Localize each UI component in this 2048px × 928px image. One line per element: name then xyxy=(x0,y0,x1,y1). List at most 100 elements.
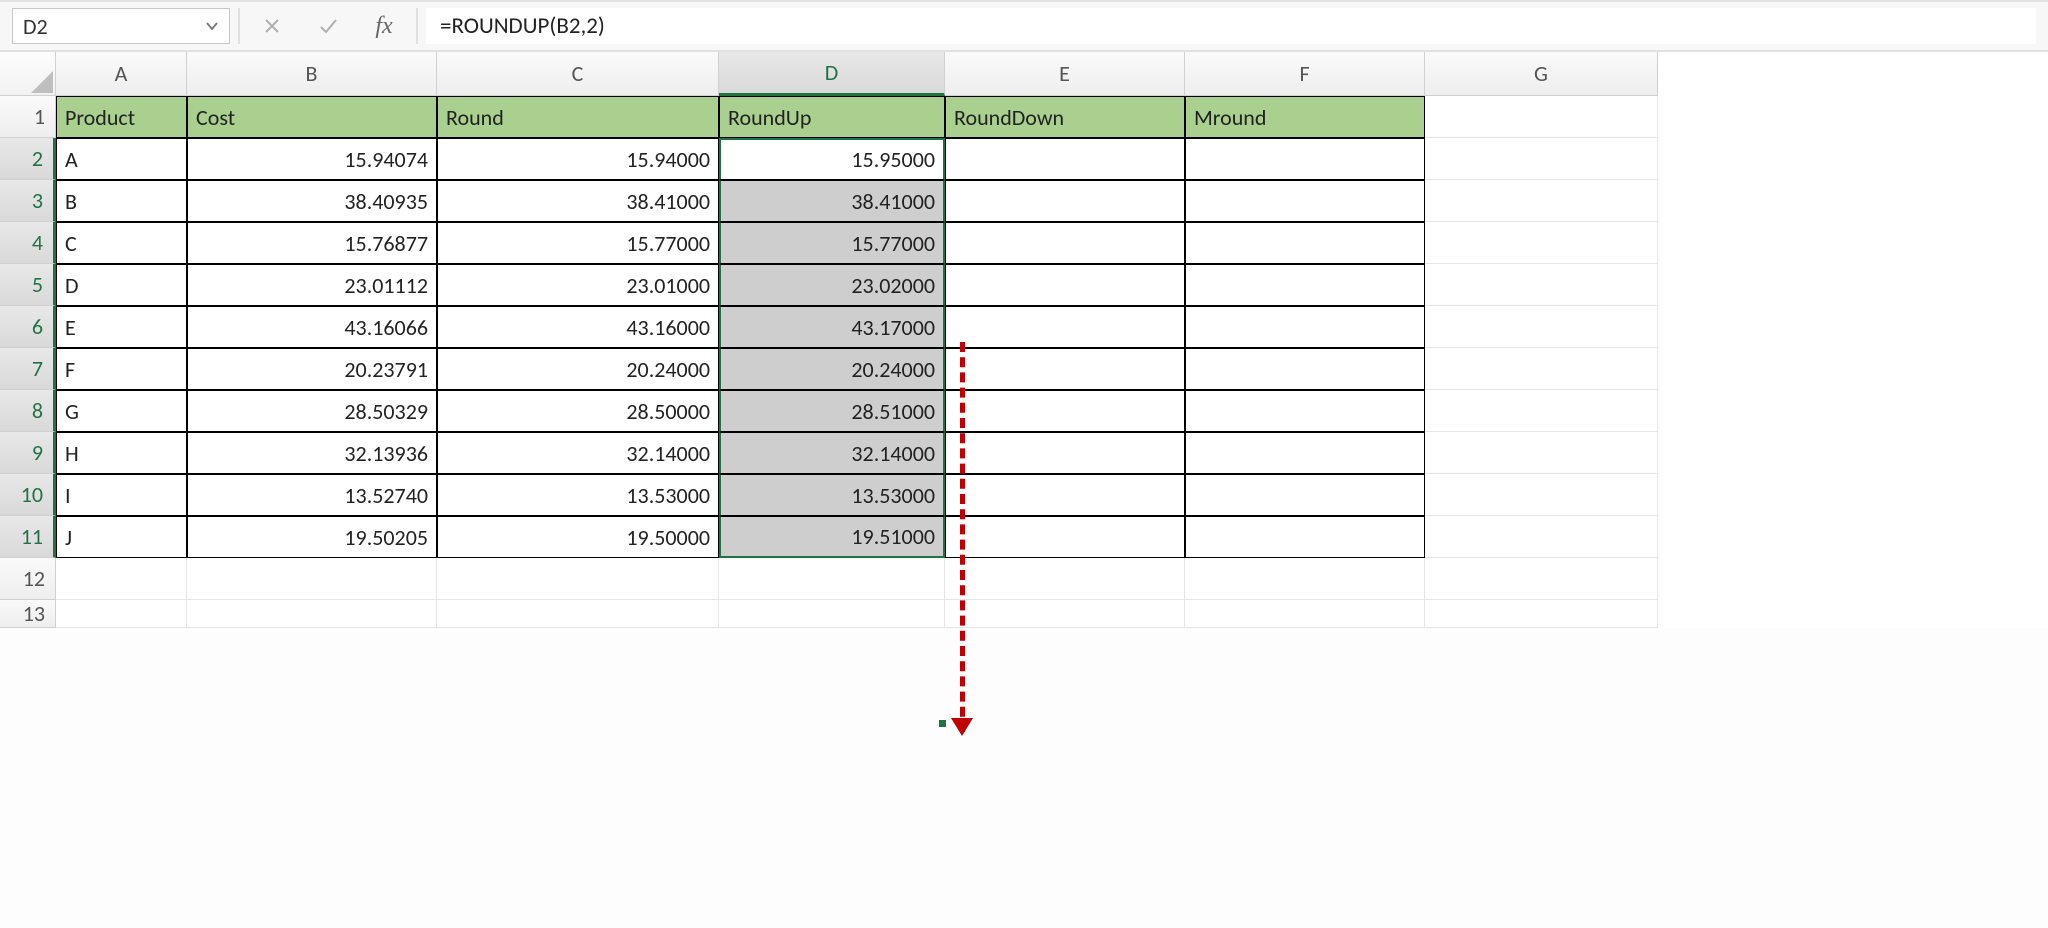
cell-G9[interactable] xyxy=(1425,432,1658,474)
cell-G10[interactable] xyxy=(1425,474,1658,516)
row-header-4[interactable]: 4 xyxy=(0,222,56,264)
cell-C6[interactable]: 43.16000 xyxy=(437,306,719,348)
cell-D11[interactable]: 19.51000 xyxy=(719,516,945,558)
cell-E4[interactable] xyxy=(945,222,1185,264)
cell-B13[interactable] xyxy=(187,600,437,628)
cell-A6[interactable]: E xyxy=(56,306,187,348)
fill-handle[interactable] xyxy=(938,719,947,728)
cell-F6[interactable] xyxy=(1185,306,1425,348)
cell-F7[interactable] xyxy=(1185,348,1425,390)
cell-E5[interactable] xyxy=(945,264,1185,306)
row-header-7[interactable]: 7 xyxy=(0,348,56,390)
cell-E10[interactable] xyxy=(945,474,1185,516)
cell-E8[interactable] xyxy=(945,390,1185,432)
row-header-3[interactable]: 3 xyxy=(0,180,56,222)
cell-C8[interactable]: 28.50000 xyxy=(437,390,719,432)
cell-D1[interactable]: RoundUp xyxy=(719,96,945,138)
cell-C9[interactable]: 32.14000 xyxy=(437,432,719,474)
cell-F5[interactable] xyxy=(1185,264,1425,306)
row-header-1[interactable]: 1 xyxy=(0,96,56,138)
cell-A2[interactable]: A xyxy=(56,138,187,180)
cell-B6[interactable]: 43.16066 xyxy=(187,306,437,348)
cell-D3[interactable]: 38.41000 xyxy=(719,180,945,222)
cell-F10[interactable] xyxy=(1185,474,1425,516)
cell-C12[interactable] xyxy=(437,558,719,600)
cell-B12[interactable] xyxy=(187,558,437,600)
cell-A3[interactable]: B xyxy=(56,180,187,222)
chevron-down-icon[interactable] xyxy=(205,19,219,33)
cell-C7[interactable]: 20.24000 xyxy=(437,348,719,390)
cell-B11[interactable]: 19.50205 xyxy=(187,516,437,558)
cell-E12[interactable] xyxy=(945,558,1185,600)
cell-E11[interactable] xyxy=(945,516,1185,558)
cell-E6[interactable] xyxy=(945,306,1185,348)
cancel-button[interactable] xyxy=(248,8,296,44)
insert-function-button[interactable]: fx xyxy=(360,8,408,44)
cell-D9[interactable]: 32.14000 xyxy=(719,432,945,474)
cell-D12[interactable] xyxy=(719,558,945,600)
enter-button[interactable] xyxy=(304,8,352,44)
row-header-5[interactable]: 5 xyxy=(0,264,56,306)
cell-B4[interactable]: 15.76877 xyxy=(187,222,437,264)
cell-B3[interactable]: 38.40935 xyxy=(187,180,437,222)
cell-F11[interactable] xyxy=(1185,516,1425,558)
cell-C10[interactable]: 13.53000 xyxy=(437,474,719,516)
cell-B7[interactable]: 20.23791 xyxy=(187,348,437,390)
cell-D4[interactable]: 15.77000 xyxy=(719,222,945,264)
cell-A5[interactable]: D xyxy=(56,264,187,306)
cell-D2[interactable]: 15.95000 xyxy=(719,138,945,180)
cell-D13[interactable] xyxy=(719,600,945,628)
cell-F1[interactable]: Mround xyxy=(1185,96,1425,138)
cell-G1[interactable] xyxy=(1425,96,1658,138)
cell-E1[interactable]: RoundDown xyxy=(945,96,1185,138)
cell-A4[interactable]: C xyxy=(56,222,187,264)
cell-B5[interactable]: 23.01112 xyxy=(187,264,437,306)
cell-C11[interactable]: 19.50000 xyxy=(437,516,719,558)
cell-A12[interactable] xyxy=(56,558,187,600)
row-header-8[interactable]: 8 xyxy=(0,390,56,432)
cell-E3[interactable] xyxy=(945,180,1185,222)
row-header-2[interactable]: 2 xyxy=(0,138,56,180)
row-header-13[interactable]: 13 xyxy=(0,600,56,628)
name-box[interactable]: D2 xyxy=(12,8,230,44)
cell-B8[interactable]: 28.50329 xyxy=(187,390,437,432)
cell-C13[interactable] xyxy=(437,600,719,628)
cell-G11[interactable] xyxy=(1425,516,1658,558)
cell-E2[interactable] xyxy=(945,138,1185,180)
row-header-12[interactable]: 12 xyxy=(0,558,56,600)
cell-B2[interactable]: 15.94074 xyxy=(187,138,437,180)
cell-A13[interactable] xyxy=(56,600,187,628)
row-header-6[interactable]: 6 xyxy=(0,306,56,348)
cell-A7[interactable]: F xyxy=(56,348,187,390)
cell-D6[interactable]: 43.17000 xyxy=(719,306,945,348)
cell-F2[interactable] xyxy=(1185,138,1425,180)
cell-D10[interactable]: 13.53000 xyxy=(719,474,945,516)
column-header-C[interactable]: C xyxy=(437,52,719,96)
row-header-9[interactable]: 9 xyxy=(0,432,56,474)
formula-input[interactable]: =ROUNDUP(B2,2) xyxy=(426,8,2036,44)
select-all-corner[interactable] xyxy=(0,52,56,96)
cell-B10[interactable]: 13.52740 xyxy=(187,474,437,516)
cell-D8[interactable]: 28.51000 xyxy=(719,390,945,432)
cell-B1[interactable]: Cost xyxy=(187,96,437,138)
cell-C1[interactable]: Round xyxy=(437,96,719,138)
cell-D5[interactable]: 23.02000 xyxy=(719,264,945,306)
cell-F3[interactable] xyxy=(1185,180,1425,222)
column-header-B[interactable]: B xyxy=(187,52,437,96)
cell-G8[interactable] xyxy=(1425,390,1658,432)
cell-C2[interactable]: 15.94000 xyxy=(437,138,719,180)
cell-G3[interactable] xyxy=(1425,180,1658,222)
row-header-11[interactable]: 11 xyxy=(0,516,56,558)
cell-G5[interactable] xyxy=(1425,264,1658,306)
column-header-E[interactable]: E xyxy=(945,52,1185,96)
cell-F13[interactable] xyxy=(1185,600,1425,628)
cell-A8[interactable]: G xyxy=(56,390,187,432)
cell-A9[interactable]: H xyxy=(56,432,187,474)
cell-E7[interactable] xyxy=(945,348,1185,390)
cell-D7[interactable]: 20.24000 xyxy=(719,348,945,390)
cell-G4[interactable] xyxy=(1425,222,1658,264)
cell-G2[interactable] xyxy=(1425,138,1658,180)
cell-B9[interactable]: 32.13936 xyxy=(187,432,437,474)
cell-C3[interactable]: 38.41000 xyxy=(437,180,719,222)
column-header-F[interactable]: F xyxy=(1185,52,1425,96)
